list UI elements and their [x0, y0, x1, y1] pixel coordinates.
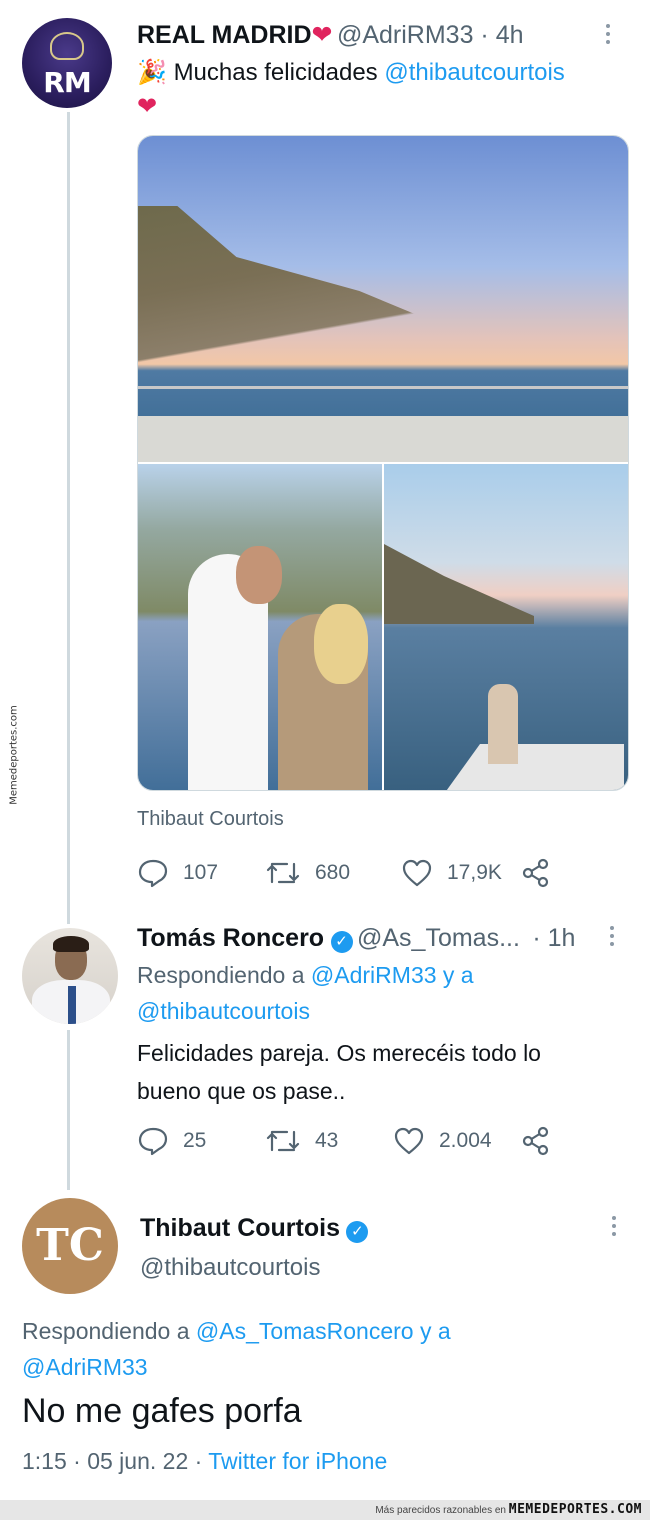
tweet3-replying-mention1[interactable]: @As_TomasRoncero y a: [196, 1318, 451, 1344]
avatar-monogram: TC: [36, 1220, 104, 1271]
avatar-tie: [68, 986, 76, 1024]
avatar-hair: [53, 936, 89, 952]
tweet3-more-icon[interactable]: [610, 1216, 618, 1240]
tweet3-replying-to: Respondiendo a @As_TomasRoncero y a: [22, 1318, 451, 1345]
photo-cliff: [138, 206, 628, 376]
photo-man-head: [236, 546, 282, 604]
tweet3-source[interactable]: Twitter for iPhone: [208, 1448, 387, 1474]
tweet1-text-line1: 🎉 Muchas felicidades @thibautcourtois: [137, 58, 565, 87]
side-watermark: Memedeportes.com: [0, 690, 28, 820]
tweet3-timestamp[interactable]: 1:15 · 05 jun. 22 ·: [22, 1448, 208, 1474]
tweet2-retweet-button[interactable]: 43: [265, 1126, 393, 1156]
tweet1-media-grid[interactable]: [137, 135, 629, 791]
tweet3-meta: 1:15 · 05 jun. 22 · Twitter for iPhone: [22, 1448, 387, 1475]
footer-watermark: Más parecidos razonables en MEMEDEPORTES…: [375, 1502, 642, 1517]
tweet2-text-line2: bueno que os pase..: [137, 1078, 346, 1104]
crest-icon: [50, 32, 84, 60]
tweet2-replying-prefix: Respondiendo a: [137, 962, 311, 988]
photo-woman-hair: [314, 604, 368, 684]
verified-badge-icon: ✓: [346, 1220, 369, 1243]
tweet2-replying-mention2[interactable]: @thibautcourtois: [137, 998, 310, 1025]
retweet-icon: [266, 862, 300, 884]
tweet2-text-line1: Felicidades pareja. Os merecéis todo lo: [137, 1040, 541, 1066]
verified-badge-icon: ✓: [330, 930, 353, 953]
photo-couple: [488, 684, 518, 764]
tweet2-more-icon[interactable]: [608, 926, 616, 950]
tweet1-like-count: 17,9K: [447, 861, 502, 884]
share-icon: [522, 1126, 549, 1156]
heart-emoji-icon: ❤: [311, 21, 333, 49]
photo-deck: [138, 416, 628, 462]
tweet1-retweet-button[interactable]: 680: [265, 858, 401, 888]
like-icon: [394, 1127, 424, 1155]
tweet1-heart-line: ❤: [137, 93, 158, 120]
footer-watermark-bar: Más parecidos razonables en MEMEDEPORTES…: [0, 1500, 650, 1520]
tweet2-reply-button[interactable]: 25: [137, 1126, 265, 1156]
reply-icon: [138, 1127, 168, 1156]
tweet1-more-icon[interactable]: [604, 24, 612, 48]
tweet2-header: Tomás Roncero ✓ @As_Tomas... · 1h: [137, 924, 575, 953]
party-popper-icon: 🎉: [137, 59, 167, 86]
tweet2-replying-to: Respondiendo a @AdriRM33 y a: [137, 962, 474, 989]
tweet3-header: Thibaut Courtois ✓: [140, 1214, 369, 1243]
tweet1-media-tag[interactable]: Thibaut Courtois: [137, 808, 284, 831]
photo-couple-boat[interactable]: [384, 464, 628, 790]
like-icon: [402, 859, 432, 887]
tweet2-retweet-count: 43: [315, 1129, 339, 1152]
tweet1-mention[interactable]: @thibautcourtois: [384, 59, 564, 86]
tweet2-handle[interactable]: @As_Tomas...: [357, 924, 520, 952]
tweet1-share-button[interactable]: [521, 858, 565, 888]
photo-couple-closeup[interactable]: [138, 464, 382, 790]
tweet1-text: Muchas felicidades: [173, 59, 385, 86]
tweet1-handle-time[interactable]: @AdriRM33 · 4h: [337, 21, 524, 49]
tweet2-author-name[interactable]: Tomás Roncero: [137, 924, 324, 952]
tweet2-actions: 25 43 2.004: [137, 1126, 565, 1156]
avatar-thibaut-courtois[interactable]: TC: [22, 1198, 118, 1294]
tweet1-reply-count: 107: [183, 861, 219, 884]
tweet2-reply-count: 25: [183, 1129, 207, 1152]
photo-proposal[interactable]: [138, 136, 628, 462]
side-watermark-text: Memedeportes.com: [8, 705, 20, 805]
avatar-rm-text: RM: [43, 66, 91, 99]
tweet3-handle[interactable]: @thibautcourtois: [140, 1254, 320, 1282]
tweet1-actions: 107 680 17,9K: [137, 858, 565, 888]
tweet1-like-button[interactable]: 17,9K: [401, 858, 521, 888]
thread-line-2: [67, 1030, 70, 1190]
tweet1-header: REAL MADRID❤ @AdriRM33 · 4h: [137, 20, 524, 50]
tweet3-replying-prefix: Respondiendo a: [22, 1318, 196, 1344]
photo-rail: [138, 386, 628, 389]
tweet2-like-button[interactable]: 2.004: [393, 1126, 521, 1156]
tweet2-replying-mention1[interactable]: @AdriRM33 y a: [311, 962, 474, 988]
tweet1-reply-button[interactable]: 107: [137, 858, 265, 888]
footer-prefix: Más parecidos razonables en: [375, 1505, 509, 1516]
tweet3-replying-mention2[interactable]: @AdriRM33: [22, 1354, 148, 1381]
photo-boat: [444, 744, 624, 790]
tweet3-author-name[interactable]: Thibaut Courtois: [140, 1214, 340, 1242]
share-icon: [522, 858, 549, 888]
tweet2-share-button[interactable]: [521, 1126, 565, 1156]
avatar-real-madrid[interactable]: RM: [22, 18, 112, 108]
photo-hill: [384, 544, 534, 624]
tweet2-like-count: 2.004: [439, 1129, 492, 1152]
tweet1-retweet-count: 680: [315, 861, 351, 884]
thread-line-1: [67, 112, 70, 924]
tweet1-author-name[interactable]: REAL MADRID: [137, 21, 312, 49]
reply-icon: [138, 859, 168, 888]
avatar-tomas-roncero[interactable]: [22, 928, 118, 1024]
tweet2-time[interactable]: · 1h: [532, 924, 575, 952]
tweet3-text: No me gafes porfa: [22, 1392, 302, 1430]
footer-brand[interactable]: MEMEDEPORTES.COM: [509, 1502, 642, 1517]
retweet-icon: [266, 1130, 300, 1152]
